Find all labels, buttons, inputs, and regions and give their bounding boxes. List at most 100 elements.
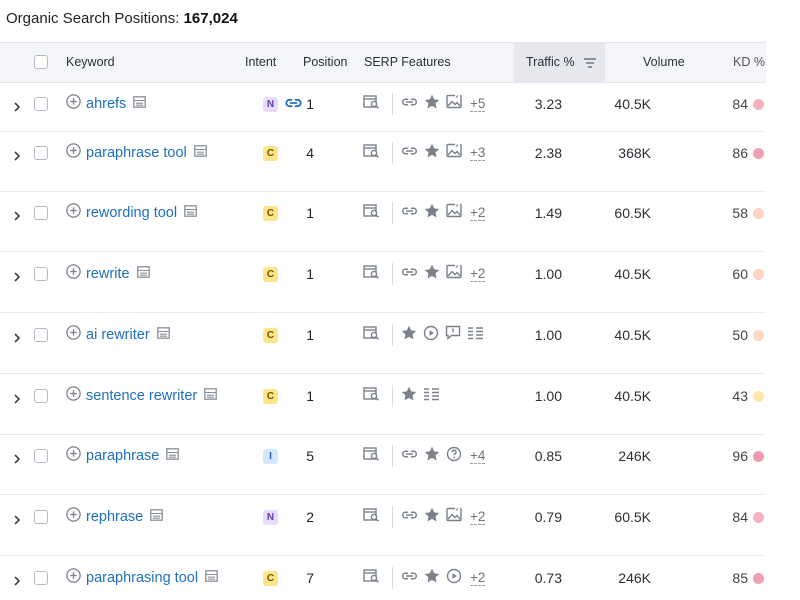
link-icon[interactable] [401, 265, 418, 283]
star-icon[interactable] [424, 568, 440, 588]
keyword-link[interactable]: paraphrase tool [86, 145, 187, 161]
serp-divider [392, 506, 393, 528]
row-checkbox[interactable] [34, 206, 48, 220]
keyword-link[interactable]: paraphrasing tool [86, 570, 198, 586]
select-all-checkbox[interactable] [34, 55, 48, 69]
list-icon[interactable] [423, 387, 440, 406]
link-icon[interactable] [401, 144, 418, 162]
serp-more-link[interactable]: +2 [470, 205, 486, 221]
row-checkbox[interactable] [34, 510, 48, 524]
keyword-link[interactable]: ai rewriter [86, 327, 150, 343]
serp-snapshot-icon[interactable] [193, 144, 207, 162]
col-traffic[interactable]: Traffic % [514, 43, 605, 82]
serp-more-link[interactable]: +2 [470, 266, 486, 282]
add-keyword-icon[interactable] [66, 94, 81, 114]
keyword-link[interactable]: ahrefs [86, 96, 126, 112]
col-position[interactable]: Position [303, 43, 347, 82]
keyword-link[interactable]: rewrite [86, 266, 130, 282]
serp-page-icon[interactable] [363, 203, 380, 223]
serp-snapshot-icon[interactable] [184, 204, 197, 222]
serp-page-icon[interactable] [363, 507, 380, 527]
keyword-link[interactable]: rewording tool [86, 205, 177, 221]
add-keyword-icon[interactable] [66, 386, 81, 406]
expand-row-icon[interactable] [12, 330, 22, 343]
serp-more-link[interactable]: +3 [470, 145, 486, 161]
serp-snapshot-icon[interactable] [156, 326, 170, 344]
serp-page-icon[interactable] [363, 325, 380, 345]
keyword-link[interactable]: paraphrase [86, 448, 159, 464]
position-value: 1 [306, 266, 314, 282]
image-icon[interactable] [446, 94, 462, 114]
col-volume[interactable]: Volume [643, 43, 685, 82]
expand-row-icon[interactable] [12, 512, 22, 525]
star-icon[interactable] [424, 94, 440, 114]
row-checkbox[interactable] [34, 571, 48, 585]
serp-more-link[interactable]: +2 [470, 570, 486, 586]
keyword-link[interactable]: sentence rewriter [86, 388, 197, 404]
star-icon[interactable] [424, 203, 440, 223]
row-checkbox[interactable] [34, 267, 48, 281]
serp-page-icon[interactable] [363, 568, 380, 588]
serp-snapshot-icon[interactable] [133, 95, 147, 113]
row-checkbox[interactable] [34, 97, 48, 111]
serp-more-link[interactable]: +4 [470, 448, 486, 464]
col-kd[interactable]: KD % [733, 43, 765, 82]
col-serp-features[interactable]: SERP Features [364, 43, 451, 82]
star-icon[interactable] [424, 264, 440, 284]
star-icon[interactable] [424, 143, 440, 163]
link-icon[interactable] [401, 569, 418, 587]
expand-row-icon[interactable] [12, 573, 22, 586]
add-keyword-icon[interactable] [66, 143, 81, 163]
row-checkbox[interactable] [34, 328, 48, 342]
star-icon[interactable] [401, 325, 417, 345]
serp-snapshot-icon[interactable] [150, 508, 164, 526]
serp-page-icon[interactable] [363, 446, 380, 466]
link-icon[interactable] [401, 204, 418, 222]
image-icon[interactable] [446, 507, 462, 527]
expand-row-icon[interactable] [12, 391, 22, 404]
serp-more-link[interactable]: +2 [470, 509, 486, 525]
expand-row-icon[interactable] [12, 99, 22, 112]
add-keyword-icon[interactable] [66, 203, 81, 223]
kd-value: 84 [732, 96, 748, 112]
row-checkbox[interactable] [34, 449, 48, 463]
image-icon[interactable] [446, 143, 462, 163]
serp-more-link[interactable]: +5 [470, 96, 486, 112]
kd-dot-icon [753, 99, 764, 110]
add-keyword-icon[interactable] [66, 264, 81, 284]
star-icon[interactable] [401, 386, 417, 406]
serp-snapshot-icon[interactable] [136, 265, 150, 283]
row-checkbox[interactable] [34, 146, 48, 160]
image-icon[interactable] [446, 203, 462, 223]
expand-row-icon[interactable] [12, 208, 22, 221]
col-keyword[interactable]: Keyword [66, 43, 115, 82]
add-keyword-icon[interactable] [66, 446, 81, 466]
expand-row-icon[interactable] [12, 451, 22, 464]
link-icon[interactable] [401, 95, 418, 113]
question-icon[interactable] [446, 446, 462, 467]
star-icon[interactable] [424, 446, 440, 466]
video-icon[interactable] [446, 568, 462, 589]
serp-snapshot-icon[interactable] [205, 569, 218, 587]
serp-page-icon[interactable] [363, 264, 380, 284]
link-icon[interactable] [401, 508, 418, 526]
list-icon[interactable] [467, 326, 484, 345]
expand-row-icon[interactable] [12, 148, 22, 161]
add-keyword-icon[interactable] [66, 568, 81, 588]
row-checkbox[interactable] [34, 389, 48, 403]
image-icon[interactable] [446, 264, 462, 284]
expand-row-icon[interactable] [12, 269, 22, 282]
serp-page-icon[interactable] [363, 94, 380, 114]
serp-page-icon[interactable] [363, 386, 380, 406]
keyword-link[interactable]: rephrase [86, 509, 143, 525]
col-intent[interactable]: Intent [245, 43, 276, 82]
video-icon[interactable] [423, 325, 439, 346]
serp-snapshot-icon[interactable] [166, 447, 180, 465]
link-icon[interactable] [401, 447, 418, 465]
add-keyword-icon[interactable] [66, 325, 81, 345]
serp-page-icon[interactable] [363, 143, 380, 163]
star-icon[interactable] [424, 507, 440, 527]
serp-snapshot-icon[interactable] [204, 387, 218, 405]
review-icon[interactable] [445, 325, 461, 345]
add-keyword-icon[interactable] [66, 507, 81, 527]
